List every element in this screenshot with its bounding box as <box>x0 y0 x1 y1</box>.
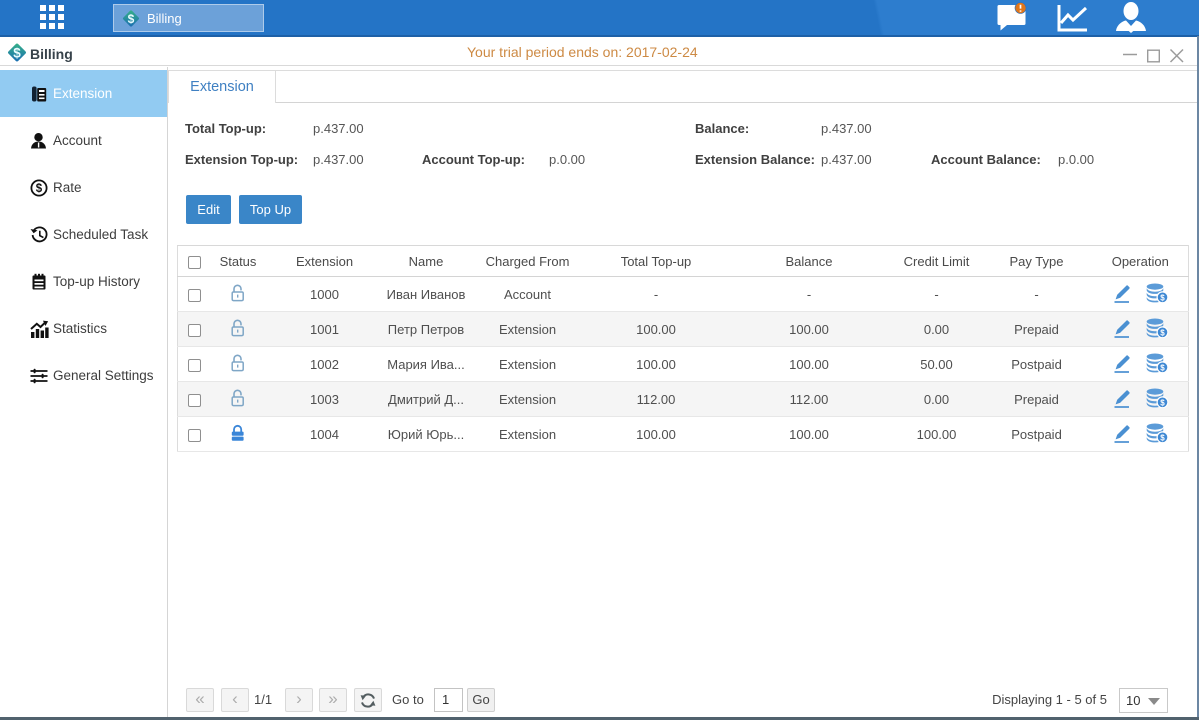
svg-text:$: $ <box>36 183 43 195</box>
svg-text:$: $ <box>128 12 135 26</box>
svg-text:$: $ <box>13 45 21 60</box>
